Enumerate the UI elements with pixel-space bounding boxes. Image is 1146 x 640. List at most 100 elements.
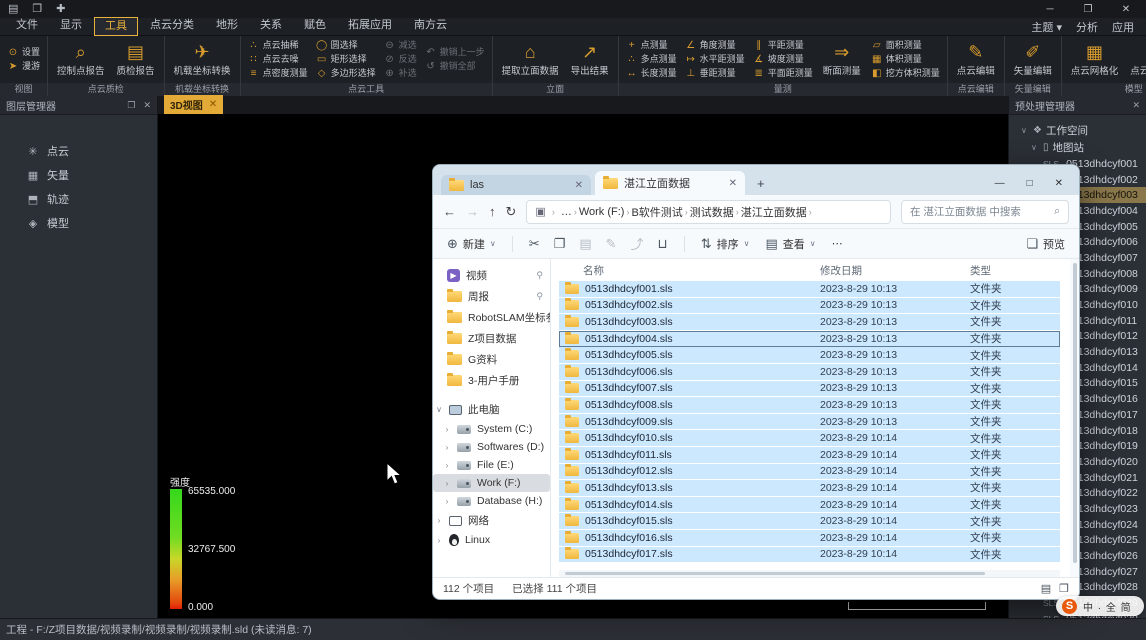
file-row[interactable]: 0513dhdcyf002.sls2023-8-29 10:13文件夹: [559, 298, 1060, 315]
layer-item[interactable]: ◈模型: [0, 211, 157, 235]
close-tab-icon[interactable]: ✕: [209, 99, 217, 110]
new-icon[interactable]: ✚: [56, 0, 65, 18]
ribbon-button[interactable]: ✎点云编辑: [953, 42, 999, 77]
preview-toggle[interactable]: ❏ 预览: [1026, 236, 1065, 252]
ribbon-button[interactable]: ⊥垂距测量: [683, 67, 747, 80]
new-tab-button[interactable]: +: [749, 176, 773, 195]
save-icon[interactable]: ▤: [8, 0, 18, 18]
horizontal-scrollbar[interactable]: [559, 570, 1060, 577]
cut-icon[interactable]: ✂: [529, 234, 540, 253]
ribbon-button[interactable]: ▦体积测量: [869, 53, 942, 66]
column-date-modified[interactable]: 修改日期: [820, 263, 970, 278]
close-tab-icon[interactable]: ✕: [575, 180, 583, 191]
column-type[interactable]: 类型: [970, 263, 1060, 278]
paste-icon[interactable]: ▤: [579, 234, 591, 253]
restore-button[interactable]: ❐: [1076, 4, 1100, 15]
sidebar-item-linux[interactable]: ›Linux: [433, 531, 550, 549]
layer-item[interactable]: ▦矢量: [0, 163, 157, 187]
sidebar-item-drive[interactable]: ›System (C:): [433, 420, 550, 438]
minimize-button[interactable]: —: [995, 178, 1005, 189]
ribbon-button[interactable]: ◧挖方体积测量: [869, 67, 942, 80]
ribbon-button[interactable]: ◇多边形选择: [314, 67, 378, 80]
ribbon-button[interactable]: ⊕补选: [382, 67, 419, 80]
ribbon-button[interactable]: ⊘反选: [382, 53, 419, 66]
file-row[interactable]: 0513dhdcyf003.sls2023-8-29 10:13文件夹: [559, 314, 1060, 331]
file-row[interactable]: 0513dhdcyf005.sls2023-8-29 10:13文件夹: [559, 347, 1060, 364]
ribbon-button[interactable]: ⌕控制点报告: [53, 42, 109, 77]
file-row[interactable]: 0513dhdcyf001.sls2023-8-29 10:13文件夹: [559, 281, 1060, 298]
column-name[interactable]: 名称: [583, 263, 820, 278]
menu-tab[interactable]: 赋色: [294, 17, 336, 36]
chevron-down-icon[interactable]: ∨: [1031, 143, 1039, 152]
ribbon-button[interactable]: ▦点云网格化: [1067, 42, 1123, 77]
ribbon-button[interactable]: ⊙设置: [5, 46, 42, 59]
menu-tab[interactable]: 显示: [50, 17, 92, 36]
chevron-down-icon[interactable]: ∨: [1021, 126, 1029, 135]
forward-button[interactable]: →: [466, 204, 479, 219]
ribbon-button[interactable]: ∥平距测量: [751, 39, 815, 52]
ribbon-button[interactable]: ➤漫游: [5, 60, 42, 73]
vertical-scrollbar[interactable]: [1070, 259, 1079, 577]
menu-right-item[interactable]: 应用: [1112, 19, 1134, 35]
menu-tab[interactable]: 工具: [94, 17, 138, 36]
menu-tab[interactable]: 南方云: [404, 17, 457, 36]
delete-icon[interactable]: ⊔: [658, 234, 668, 253]
sidebar-item[interactable]: 3-用户手册: [433, 370, 550, 391]
breadcrumb-segment[interactable]: …: [561, 206, 572, 218]
menu-tab[interactable]: 文件: [6, 17, 48, 36]
file-row[interactable]: 0513dhdcyf009.sls2023-8-29 10:13文件夹: [559, 414, 1060, 431]
layer-item[interactable]: ⬒轨迹: [0, 187, 157, 211]
ribbon-button[interactable]: ∡坡度测量: [751, 53, 815, 66]
ribbon-button[interactable]: ▱面积测量: [869, 39, 942, 52]
ribbon-button[interactable]: ✈机载坐标转换: [170, 42, 235, 77]
ribbon-button[interactable]: ⊖减选: [382, 39, 419, 52]
sidebar-item-drive[interactable]: ›Work (F:): [433, 474, 550, 492]
close-panel-icon[interactable]: ✕: [1132, 100, 1140, 111]
ribbon-button[interactable]: ▤质检报告: [113, 42, 159, 77]
ribbon-button[interactable]: ▭矩形选择: [314, 53, 378, 66]
file-row[interactable]: 0513dhdcyf014.sls2023-8-29 10:14文件夹: [559, 497, 1060, 514]
tree-node-map-station[interactable]: ∨ ▯ 地图站: [1017, 139, 1146, 156]
explorer-tab-active[interactable]: 湛江立面数据 ✕: [595, 171, 745, 195]
sidebar-item[interactable]: G资料: [433, 349, 550, 370]
tab-3d-view[interactable]: 3D视图 ✕: [164, 95, 223, 114]
details-view-icon[interactable]: ▤: [1041, 582, 1051, 595]
close-tab-icon[interactable]: ✕: [729, 178, 737, 189]
ribbon-button[interactable]: ⇒断面测量: [819, 42, 865, 77]
ribbon-button[interactable]: ↔长度测量: [624, 67, 679, 80]
refresh-button[interactable]: ↻: [506, 204, 517, 220]
file-row[interactable]: 0513dhdcyf017.sls2023-8-29 10:14文件夹: [559, 547, 1060, 564]
sidebar-item-drive[interactable]: ›File (E:): [433, 456, 550, 474]
search-box[interactable]: 在 湛江立面数据 中搜索 ⌕: [901, 200, 1069, 224]
file-row[interactable]: 0513dhdcyf012.sls2023-8-29 10:14文件夹: [559, 464, 1060, 481]
sidebar-item[interactable]: RobotSLAM坐标参数: [433, 307, 550, 328]
menu-tab[interactable]: 点云分类: [140, 17, 204, 36]
close-button[interactable]: ✕: [1114, 4, 1138, 15]
new-button[interactable]: ⊕ 新建 ∨: [447, 236, 496, 252]
rename-icon[interactable]: ✎: [606, 234, 617, 253]
sidebar-item-drive[interactable]: ›Softwares (D:): [433, 438, 550, 456]
ribbon-button[interactable]: ≣平面距测量: [751, 67, 815, 80]
file-row[interactable]: 0513dhdcyf007.sls2023-8-29 10:13文件夹: [559, 381, 1060, 398]
menu-tab[interactable]: 地形: [206, 17, 248, 36]
sidebar-item[interactable]: 周报⚲: [433, 286, 550, 307]
breadcrumb-segment[interactable]: 湛江立面数据: [741, 204, 807, 220]
open-icon[interactable]: ❒: [32, 0, 42, 18]
ribbon-button[interactable]: ⌂提取立面数据: [498, 42, 563, 77]
back-button[interactable]: ←: [443, 204, 456, 219]
large-icons-view-icon[interactable]: ❐: [1059, 582, 1069, 595]
menu-right-item[interactable]: 主题 ▾: [1031, 19, 1062, 35]
ribbon-button[interactable]: ↗导出结果: [567, 42, 613, 77]
explorer-tab-las[interactable]: las ✕: [441, 175, 591, 195]
file-row[interactable]: 0513dhdcyf013.sls2023-8-29 10:14文件夹: [559, 480, 1060, 497]
menu-tab[interactable]: 关系: [250, 17, 292, 36]
more-button[interactable]: ⋯: [832, 237, 843, 250]
sidebar-item[interactable]: Z项目数据: [433, 328, 550, 349]
layer-item[interactable]: ✳点云: [0, 139, 157, 163]
breadcrumb-segment[interactable]: B软件测试: [631, 204, 682, 220]
ribbon-button[interactable]: ↺撤销全部: [423, 60, 487, 73]
ribbon-button[interactable]: ↶撤销上一步: [423, 46, 487, 59]
copy-icon[interactable]: ❐: [554, 234, 566, 253]
view-button[interactable]: ▤ 查看 ∨: [765, 236, 815, 252]
menu-tab[interactable]: 拓展应用: [338, 17, 402, 36]
